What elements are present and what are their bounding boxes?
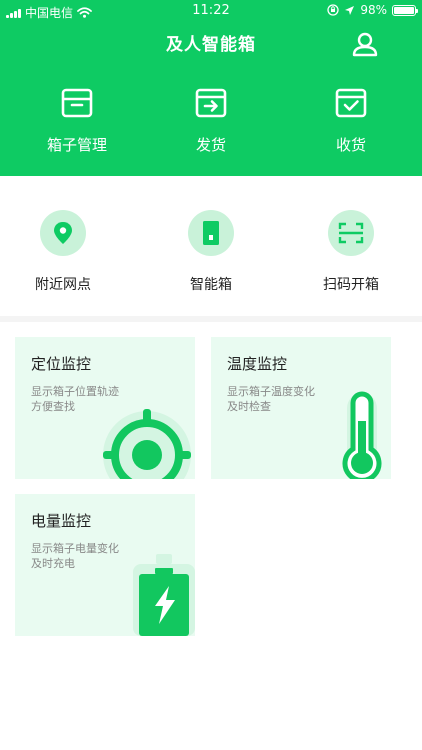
- thermometer-icon: [342, 391, 382, 479]
- location-pin-icon: [54, 222, 72, 244]
- target-icon: [103, 409, 191, 479]
- rotation-lock-icon: [327, 4, 339, 16]
- nav-nearby-label: 附近网点: [35, 277, 91, 293]
- nav-box-management[interactable]: 箱子管理: [7, 84, 147, 164]
- nav-scan-open[interactable]: 扫码开箱: [281, 210, 421, 294]
- box-icon: [61, 88, 93, 118]
- nav-ship-label: 发货: [195, 136, 226, 154]
- card-battery-desc-line1: 显示箱子电量变化: [31, 542, 119, 555]
- card-location-monitor[interactable]: 定位监控 显示箱子位置轨迹 方便查找: [15, 337, 195, 479]
- card-temperature-desc-line1: 显示箱子温度变化: [227, 385, 315, 398]
- card-location-title: 定位监控: [31, 355, 92, 373]
- card-temperature-monitor[interactable]: 温度监控 显示箱子温度变化 及时检查: [211, 337, 391, 479]
- location-arrow-icon: [345, 5, 355, 15]
- nav-receive-label: 收货: [335, 136, 366, 154]
- card-battery-desc-line2: 及时充电: [31, 557, 75, 570]
- card-location-desc-line1: 显示箱子位置轨迹: [31, 385, 119, 398]
- profile-button[interactable]: [350, 30, 380, 58]
- nav-nearby-outlets[interactable]: 附近网点: [0, 210, 133, 294]
- card-battery-title: 电量监控: [31, 512, 92, 530]
- app-header: 中国电信 11:22 98% 及人智能箱 箱子管理 发货 收货: [0, 0, 422, 176]
- nav-scan-open-label: 扫码开箱: [323, 277, 379, 293]
- nav-smart-box-label: 智能箱: [190, 277, 232, 293]
- user-icon: [352, 32, 378, 57]
- nav-receive[interactable]: 收货: [281, 84, 421, 164]
- status-bar: 中国电信 11:22 98%: [0, 0, 422, 22]
- battery-icon: [392, 4, 418, 16]
- secondary-nav: 附近网点 智能箱 扫码开箱: [0, 176, 422, 316]
- nearby-icon-circle: [40, 210, 86, 256]
- battery-charge-icon: [133, 554, 195, 636]
- section-divider: [0, 316, 422, 322]
- card-temperature-title: 温度监控: [227, 355, 288, 373]
- battery-percent: 98%: [360, 3, 387, 17]
- ship-out-icon: [195, 88, 227, 118]
- scan-icon: [338, 222, 364, 244]
- card-temperature-desc-line2: 及时检查: [227, 400, 271, 413]
- nav-smart-box[interactable]: 智能箱: [141, 210, 281, 294]
- card-battery-monitor[interactable]: 电量监控 显示箱子电量变化 及时充电: [15, 494, 195, 636]
- smart-box-icon-circle: [188, 210, 234, 256]
- nav-ship[interactable]: 发货: [141, 84, 281, 164]
- card-temperature-desc: 显示箱子温度变化 及时检查: [227, 384, 337, 414]
- top-nav: 箱子管理 发货 收货: [0, 84, 422, 164]
- card-battery-desc: 显示箱子电量变化 及时充电: [31, 541, 141, 571]
- scan-icon-circle: [328, 210, 374, 256]
- nav-box-management-label: 箱子管理: [46, 136, 107, 154]
- smart-box-icon: [203, 221, 219, 245]
- receive-check-icon: [335, 88, 367, 118]
